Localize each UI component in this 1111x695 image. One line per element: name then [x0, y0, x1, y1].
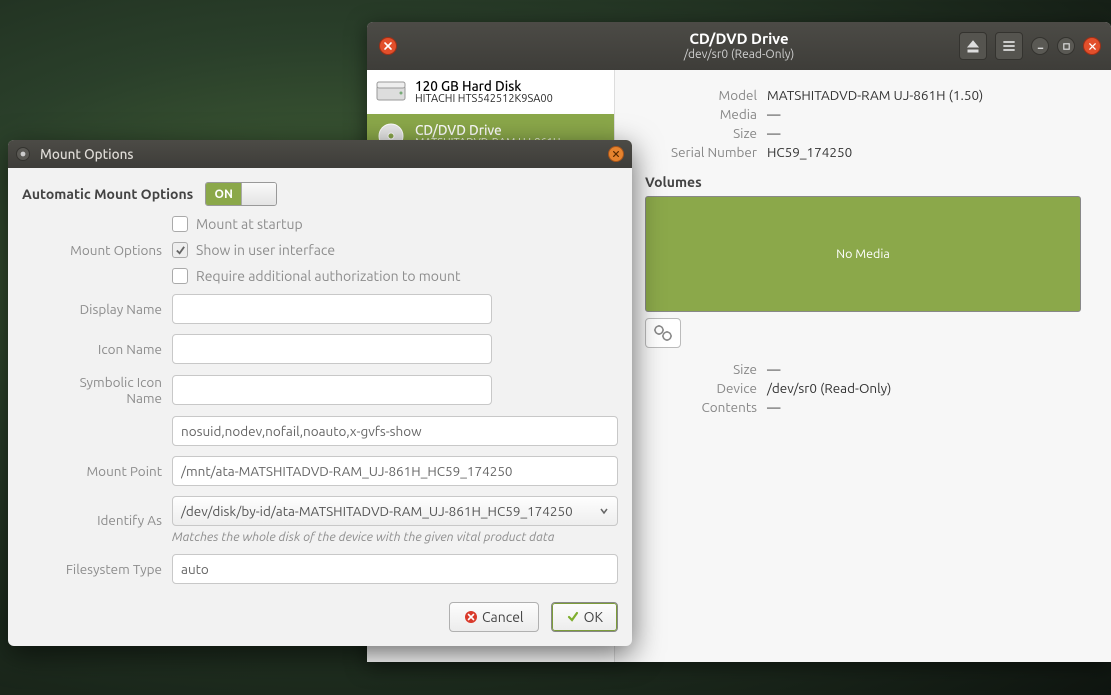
no-media-text: No Media — [836, 247, 890, 261]
device-name: CD/DVD Drive — [415, 123, 561, 138]
display-name-label: Display Name — [22, 301, 162, 317]
label-vol-contents: Contents — [645, 399, 757, 415]
close-button-right[interactable] — [1083, 37, 1101, 55]
volume-area[interactable]: No Media — [645, 196, 1081, 312]
window-title: CD/DVD Drive — [684, 31, 795, 48]
value-vol-device: /dev/sr0 (Read-Only) — [767, 380, 891, 396]
checkbox-show-ui-label: Show in user interface — [196, 242, 335, 258]
switch-on-text: ON — [206, 183, 241, 205]
value-vol-size: — — [767, 361, 780, 377]
label-model: Model — [645, 87, 757, 103]
minimize-button[interactable] — [1031, 37, 1049, 55]
close-button-left[interactable] — [379, 37, 397, 55]
maximize-button[interactable] — [1057, 37, 1075, 55]
dialog-sysmenu-icon[interactable] — [16, 147, 30, 161]
symbolic-icon-label: Symbolic Icon Name — [22, 374, 162, 406]
label-vol-device: Device — [645, 380, 757, 396]
ok-icon — [566, 610, 580, 624]
label-vol-size: Size — [645, 361, 757, 377]
ok-button[interactable]: OK — [551, 602, 618, 632]
chevron-down-icon — [599, 506, 609, 516]
identify-as-value: /dev/disk/by-id/ata-MATSHITADVD-RAM_UJ-8… — [181, 503, 573, 519]
volumes-heading: Volumes — [645, 174, 1081, 190]
mount-options-label: Mount Options — [22, 242, 162, 258]
eject-button[interactable] — [959, 32, 987, 60]
cancel-button[interactable]: Cancel — [449, 602, 539, 632]
display-name-input[interactable] — [172, 294, 492, 324]
filesystem-type-label: Filesystem Type — [22, 561, 162, 577]
checkbox-mount-startup-label: Mount at startup — [196, 216, 303, 232]
device-harddisk[interactable]: 120 GB Hard Disk HITACHI HTS542512K9SA00 — [367, 70, 614, 114]
identify-as-combo[interactable]: /dev/disk/by-id/ata-MATSHITADVD-RAM_UJ-8… — [172, 496, 618, 526]
ok-button-label: OK — [584, 609, 603, 625]
identify-as-label: Identify As — [22, 512, 162, 528]
dialog-close-button[interactable] — [608, 146, 624, 162]
symbolic-icon-input[interactable] — [172, 375, 492, 405]
mount-point-label: Mount Point — [22, 463, 162, 479]
automatic-mount-switch[interactable]: ON — [205, 182, 277, 206]
value-vol-contents: — — [767, 399, 780, 415]
filesystem-type-input[interactable] — [172, 554, 618, 584]
mount-options-dialog: Mount Options Automatic Mount Options ON… — [8, 140, 632, 646]
device-sub: HITACHI HTS542512K9SA00 — [415, 93, 553, 105]
mount-options-input[interactable] — [172, 416, 618, 446]
identify-as-hint: Matches the whole disk of the device wit… — [172, 530, 618, 544]
volume-options-button[interactable] — [645, 318, 681, 348]
value-media: — — [767, 106, 780, 122]
mount-point-input[interactable] — [172, 456, 618, 486]
dialog-titlebar: Mount Options — [8, 140, 632, 168]
label-serial: Serial Number — [645, 144, 757, 160]
window-subtitle: /dev/sr0 (Read-Only) — [684, 48, 795, 61]
detail-pane: Model MATSHITADVD-RAM UJ-861H (1.50) Medi… — [615, 70, 1111, 662]
value-model: MATSHITADVD-RAM UJ-861H (1.50) — [767, 87, 983, 103]
value-size: — — [767, 125, 780, 141]
checkbox-require-auth-label: Require additional authorization to moun… — [196, 268, 461, 284]
menu-button[interactable] — [995, 32, 1023, 60]
checkbox-show-ui[interactable] — [172, 242, 188, 258]
switch-knob — [241, 183, 276, 205]
label-media: Media — [645, 106, 757, 122]
value-serial: HC59_174250 — [767, 144, 852, 160]
icon-name-label: Icon Name — [22, 341, 162, 357]
automatic-mount-label: Automatic Mount Options — [22, 186, 193, 202]
harddisk-icon — [375, 76, 407, 108]
checkbox-mount-startup[interactable] — [172, 216, 188, 232]
dialog-title: Mount Options — [40, 146, 134, 162]
label-size: Size — [645, 125, 757, 141]
device-name: 120 GB Hard Disk — [415, 79, 553, 94]
disks-titlebar: CD/DVD Drive /dev/sr0 (Read-Only) — [367, 22, 1111, 70]
icon-name-input[interactable] — [172, 334, 492, 364]
cancel-button-label: Cancel — [482, 609, 524, 625]
cancel-icon — [464, 610, 478, 624]
checkbox-require-auth[interactable] — [172, 268, 188, 284]
